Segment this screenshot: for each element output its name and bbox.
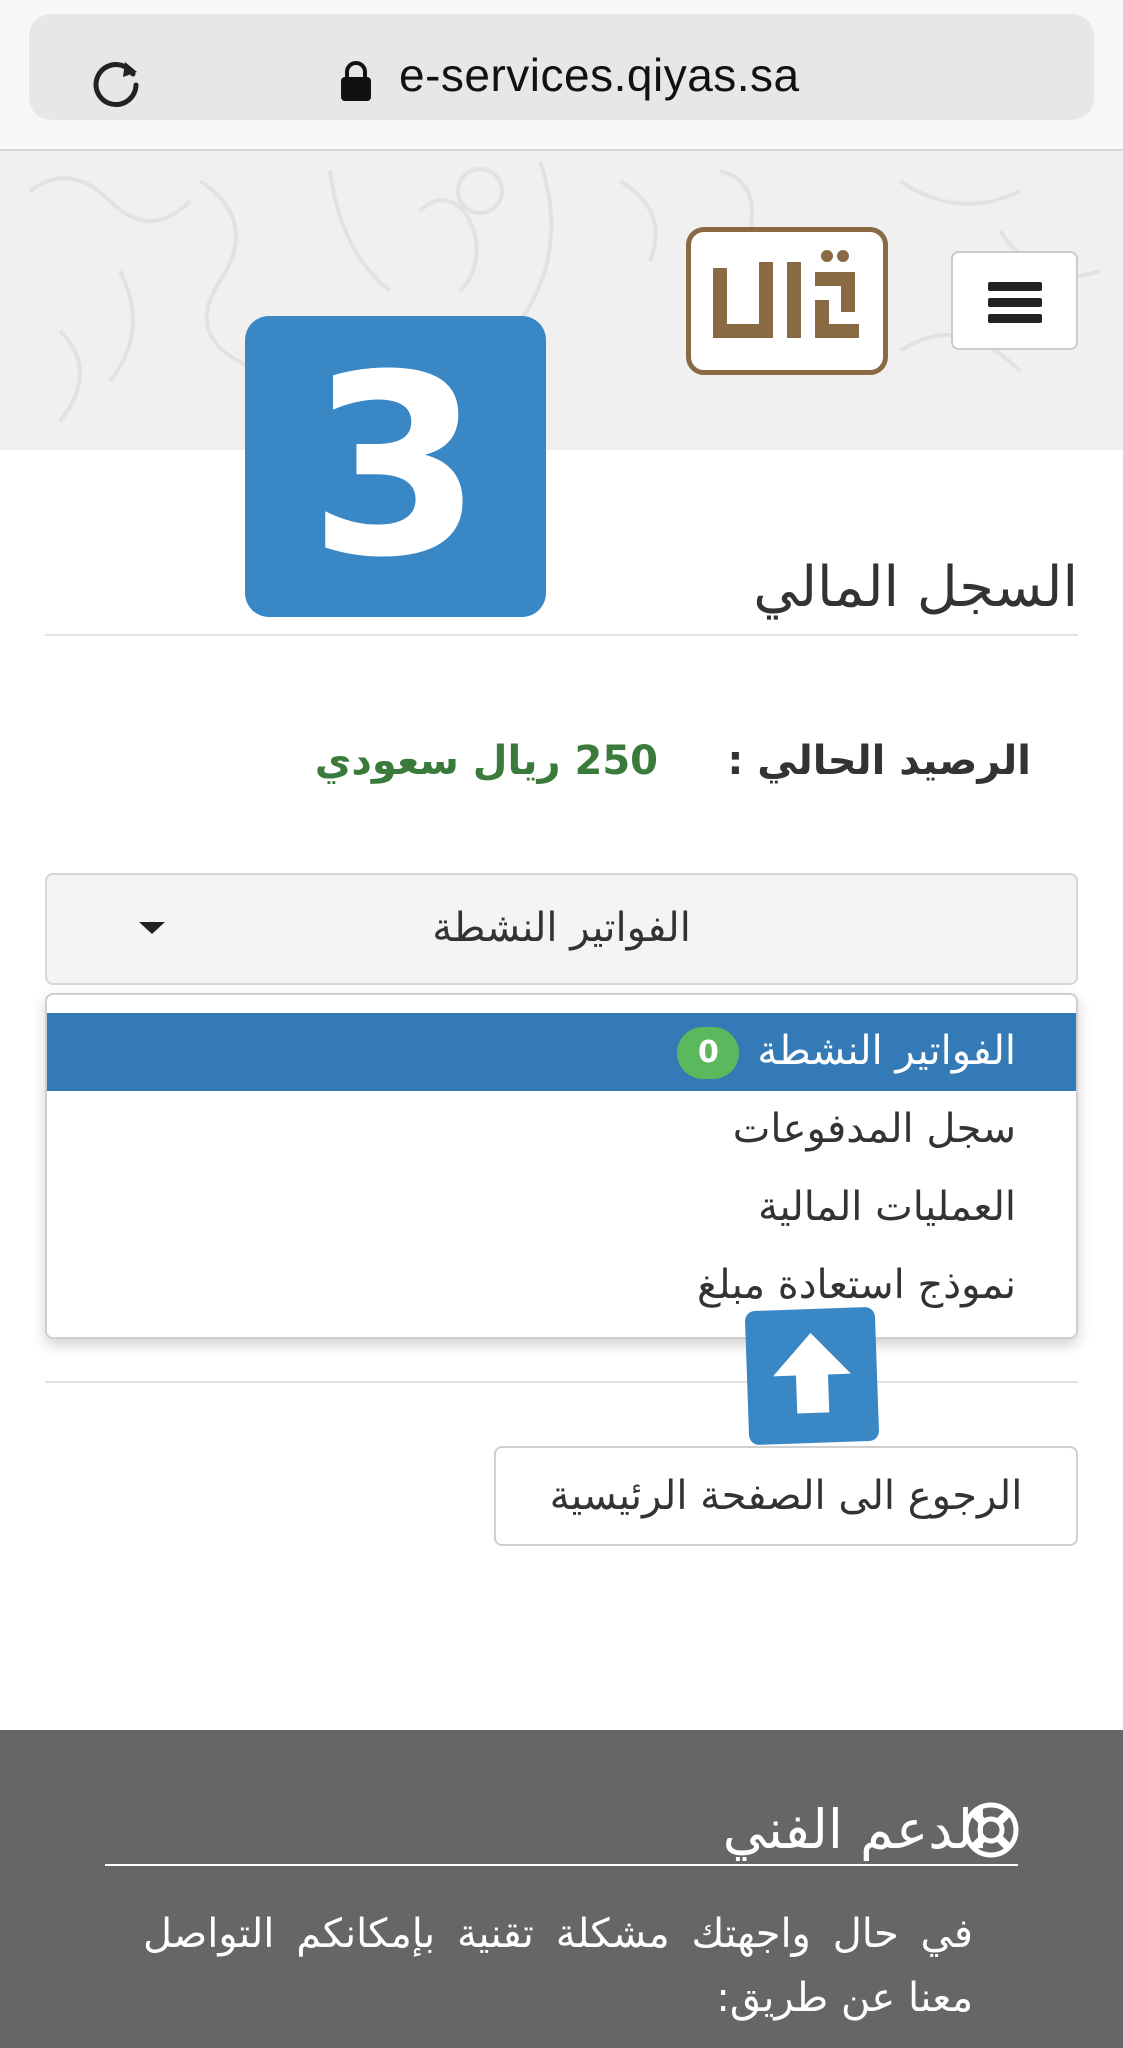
footer: الدعم الفني في حال واجهتك مشكلة تقنية بإ… (0, 1730, 1123, 2048)
url-text: e-services.qiyas.sa (399, 49, 800, 101)
balance-label: الرصيد الحالي : (727, 738, 1031, 784)
reload-icon[interactable] (87, 52, 145, 110)
url-field[interactable]: e-services.qiyas.sa (29, 14, 1094, 120)
caret-down-icon (139, 922, 165, 934)
dropdown-menu: الفواتير النشطة 0 سجل المدفوعات العمليات … (45, 993, 1078, 1339)
hamburger-icon-bar (988, 314, 1042, 323)
dropdown-item-label: سجل المدفوعات (732, 1106, 1016, 1152)
divider (45, 1381, 1078, 1383)
dropdown-item-label: العمليات المالية (758, 1184, 1016, 1230)
dropdown-item-financial-operations[interactable]: العمليات المالية (47, 1169, 1076, 1247)
lock-icon (341, 61, 371, 101)
dropdown-item-label: نموذج استعادة مبلغ (697, 1262, 1016, 1308)
browser-address-bar: e-services.qiyas.sa (0, 0, 1123, 151)
support-text: في حال واجهتك مشكلة تقنية بإمكانكم التوا… (143, 1911, 973, 2021)
balance-value: 250 ريال سعودي (314, 738, 658, 784)
count-badge: 0 (677, 1027, 740, 1079)
invoice-type-select[interactable]: الفواتير النشطة (45, 873, 1078, 985)
footer-divider (105, 1864, 1018, 1866)
dropdown-item-label: الفواتير النشطة (757, 1028, 1016, 1074)
qiyas-logo-mark (713, 250, 859, 338)
select-value: الفواتير النشطة (432, 905, 691, 951)
scroll-to-top-button[interactable] (744, 1306, 880, 1446)
qiyas-logo[interactable] (686, 227, 888, 375)
step-number-badge: 3 (245, 316, 546, 617)
dropdown-item-active-invoices[interactable]: الفواتير النشطة 0 (47, 1013, 1076, 1091)
menu-button[interactable] (951, 251, 1078, 350)
dropdown-item-refund-form[interactable]: نموذج استعادة مبلغ (47, 1247, 1076, 1325)
hamburger-icon-bar (988, 298, 1042, 307)
lifebuoy-icon (963, 1802, 1019, 1858)
page-title: السجل المالي (753, 555, 1078, 620)
divider (45, 634, 1078, 636)
hamburger-icon (988, 282, 1042, 291)
arrow-up-icon (772, 1333, 851, 1414)
support-title: الدعم الفني (722, 1798, 988, 1861)
dropdown-item-payments-history[interactable]: سجل المدفوعات (47, 1091, 1076, 1169)
back-to-home-button[interactable]: الرجوع الى الصفحة الرئيسية (494, 1446, 1078, 1546)
